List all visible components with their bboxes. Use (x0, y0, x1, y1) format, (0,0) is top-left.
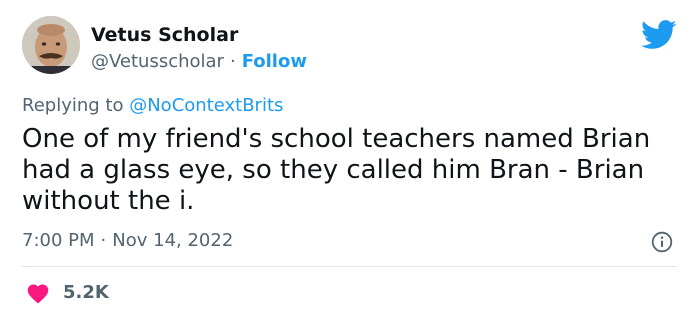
like-count[interactable]: 5.2K (63, 281, 109, 305)
separator-dot: · (229, 51, 236, 72)
author-name[interactable]: Vetus Scholar (91, 23, 238, 47)
avatar[interactable] (22, 16, 80, 74)
author-handle[interactable]: @Vetusscholar (91, 51, 224, 72)
tweet-card: Vetus Scholar @Vetusscholar · Follow Reply… (0, 0, 700, 319)
avatar-image (22, 16, 80, 74)
tweet-text: One of my friend's school teachers named… (22, 124, 651, 216)
separator-dot: · (100, 230, 107, 251)
divider (22, 266, 677, 267)
heart-icon[interactable] (26, 282, 50, 304)
replying-to: Replying to @NoContextBrits (22, 94, 283, 118)
reply-mention-link[interactable]: @NoContextBrits (129, 95, 283, 116)
twitter-bird-icon[interactable] (641, 20, 677, 50)
follow-button[interactable]: Follow (242, 51, 307, 72)
tweet-date[interactable]: Nov 14, 2022 (112, 230, 233, 251)
info-icon[interactable] (651, 231, 673, 253)
tweet-time[interactable]: 7:00 PM (22, 230, 95, 251)
replying-to-label: Replying to (22, 95, 124, 116)
author-handle-row: @Vetusscholar · Follow (91, 50, 307, 74)
tweet-timestamp[interactable]: 7:00 PM · Nov 14, 2022 (22, 229, 233, 253)
